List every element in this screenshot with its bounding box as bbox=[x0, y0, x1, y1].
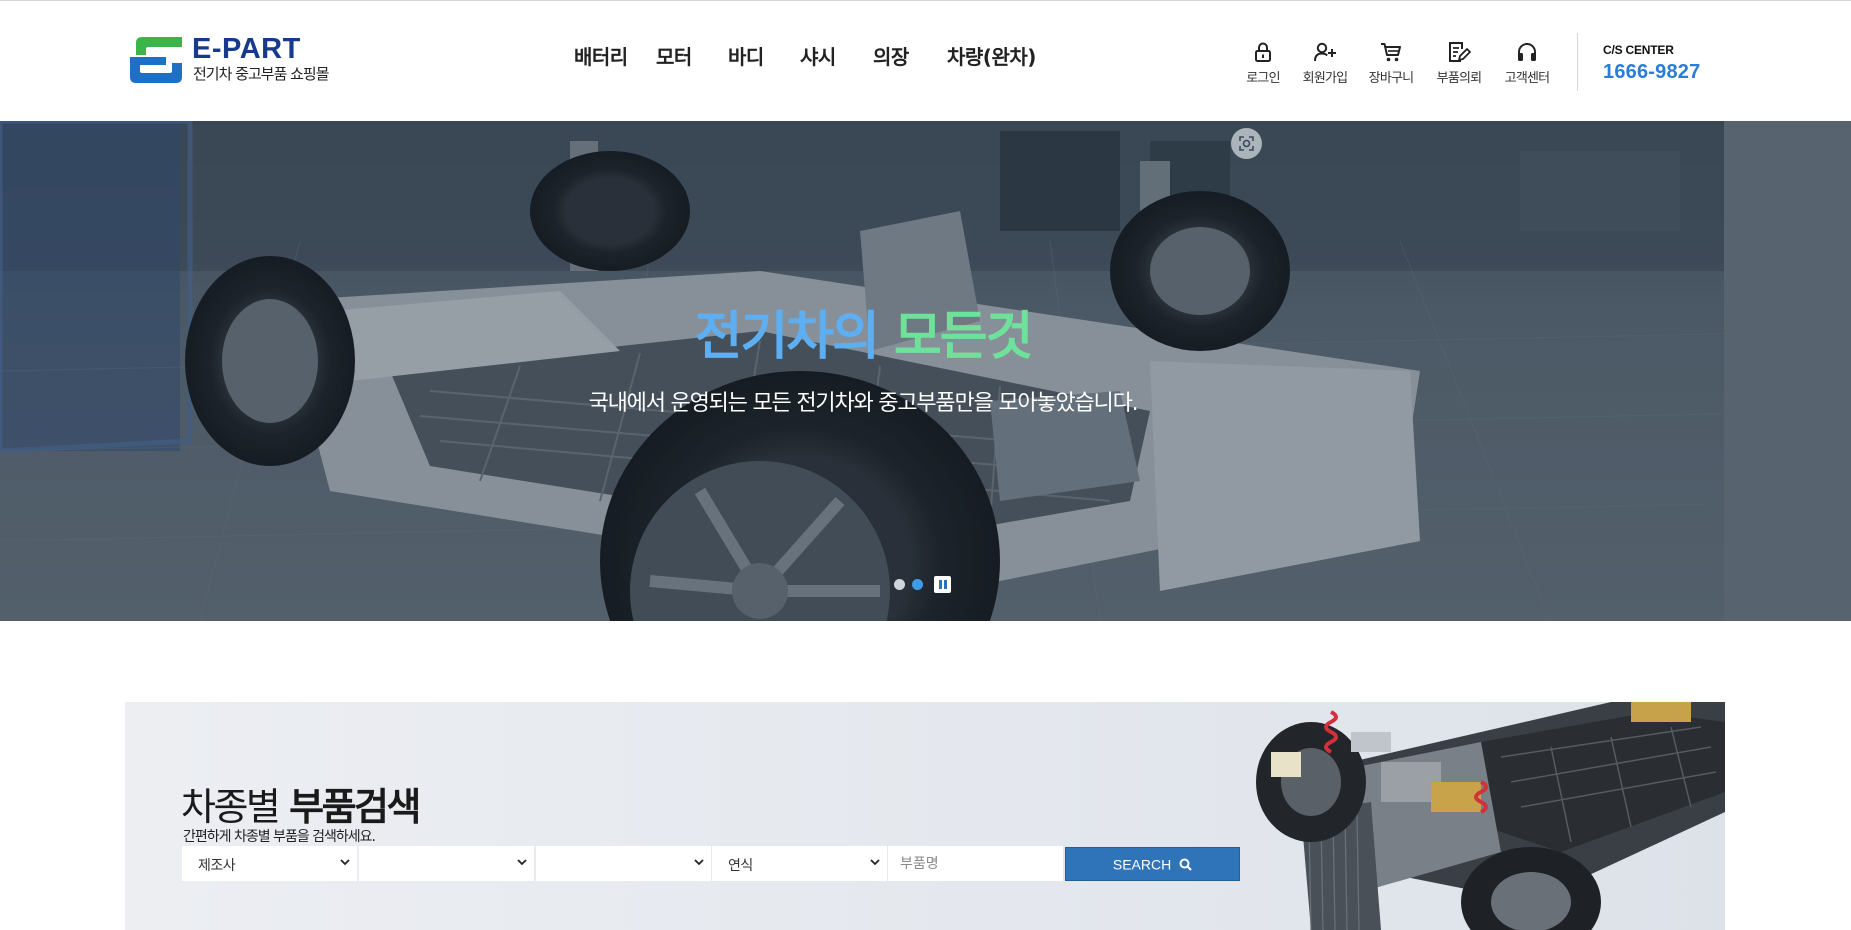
ev-chassis-image bbox=[1256, 702, 1725, 930]
nav-item-battery[interactable]: 배터리 bbox=[574, 41, 628, 70]
year-select[interactable]: 연식 bbox=[712, 846, 887, 881]
cart-icon bbox=[1381, 43, 1401, 62]
nav-item-body[interactable]: 바디 bbox=[728, 41, 764, 70]
hero-banner: 전기차의 모든것 국내에서 운영되는 모든 전기차와 중고부품만을 모아놓았습니… bbox=[0, 121, 1851, 621]
chevron-down-icon bbox=[694, 859, 704, 866]
zoom-button[interactable] bbox=[1231, 128, 1262, 159]
signup-button[interactable]: 회원가입 bbox=[1294, 41, 1356, 87]
part-request-button[interactable]: 부품의뢰 bbox=[1428, 41, 1490, 87]
signup-label: 회원가입 bbox=[1302, 71, 1348, 86]
chevron-down-icon bbox=[870, 859, 880, 866]
site-header: E-PART 전기차 중고부품 쇼핑몰 배터리 모터 바디 샤시 의장 차량(완… bbox=[0, 0, 1851, 121]
hero-subtitle: 국내에서 운영되는 모든 전기차와 중고부품만을 모아놓았습니다. bbox=[588, 391, 1139, 416]
search-button-label: SEARCH bbox=[1112, 856, 1172, 873]
chevron-down-icon bbox=[340, 859, 350, 866]
slider-dot-1[interactable] bbox=[894, 579, 905, 590]
zoom-scan-icon bbox=[1239, 136, 1254, 151]
model-select[interactable] bbox=[359, 846, 534, 881]
cs-center-phone[interactable]: 1666-9827 bbox=[1603, 61, 1700, 84]
year-select-value: 연식 bbox=[728, 858, 753, 874]
pause-icon bbox=[939, 580, 942, 589]
nav-item-motor[interactable]: 모터 bbox=[656, 41, 692, 70]
cart-label: 장바구니 bbox=[1368, 71, 1414, 86]
cs-center-label: C/S CENTER bbox=[1603, 43, 1674, 57]
nav-item-interior[interactable]: 의장 bbox=[873, 41, 909, 70]
login-label: 로그인 bbox=[1246, 71, 1280, 86]
headset-icon bbox=[1518, 43, 1536, 61]
hero-title-part2: 모든것 bbox=[893, 307, 1034, 367]
edit-document-icon bbox=[1449, 42, 1471, 62]
search-button[interactable]: SEARCH bbox=[1065, 847, 1240, 881]
part-search-description: 간편하게 차종별 부품을 검색하세요. bbox=[183, 829, 376, 845]
logo[interactable]: E-PART 전기차 중고부품 쇼핑몰 bbox=[128, 33, 330, 85]
part-name-input[interactable] bbox=[888, 846, 1063, 881]
login-button[interactable]: 로그인 bbox=[1232, 41, 1294, 87]
manufacturer-select-value: 제조사 bbox=[198, 858, 236, 874]
lock-icon bbox=[1255, 42, 1271, 62]
slider-dot-2[interactable] bbox=[912, 579, 923, 590]
hero-title-part1: 전기차의 bbox=[694, 307, 879, 367]
nav-item-vehicle[interactable]: 차량(완차) bbox=[947, 41, 1036, 70]
hero-title: 전기차의 모든것 bbox=[0, 307, 1726, 367]
part-search-title: 차종별 부품검색 bbox=[181, 776, 421, 831]
part-search-section: 차종별 부품검색 간편하게 차종별 부품을 검색하세요. 제조사 연식 SEAR… bbox=[125, 702, 1725, 930]
part-search-title-light: 차종별 bbox=[181, 785, 281, 829]
part-search-title-bold: 부품검색 bbox=[289, 785, 421, 829]
manufacturer-select[interactable]: 제조사 bbox=[182, 846, 357, 881]
logo-mark-icon bbox=[130, 37, 182, 83]
ev-chassis-hero-image bbox=[0, 121, 1851, 621]
slider-pause-button[interactable] bbox=[934, 576, 951, 593]
hero-next-slide-peek bbox=[1724, 121, 1851, 621]
user-add-icon bbox=[1314, 42, 1336, 62]
nav-item-chassis[interactable]: 샤시 bbox=[800, 41, 836, 70]
search-icon bbox=[1179, 858, 1192, 871]
cart-button[interactable]: 장바구니 bbox=[1360, 41, 1422, 87]
part-request-label: 부품의뢰 bbox=[1436, 71, 1482, 86]
logo-subtitle: 전기차 중고부품 쇼핑몰 bbox=[193, 65, 330, 83]
customer-center-button[interactable]: 고객센터 bbox=[1496, 41, 1558, 87]
chevron-down-icon bbox=[517, 859, 527, 866]
customer-center-label: 고객센터 bbox=[1504, 71, 1550, 86]
logo-title: E-PART bbox=[192, 33, 301, 65]
header-divider bbox=[1577, 33, 1578, 91]
detail-model-select[interactable] bbox=[536, 846, 711, 881]
